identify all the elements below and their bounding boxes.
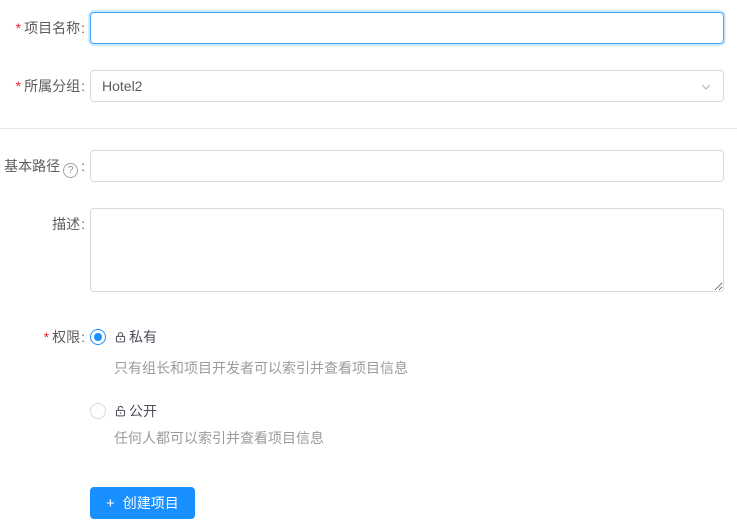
required-asterisk: * (15, 78, 22, 94)
lock-closed-icon (115, 331, 126, 342)
project-name-label: * 项目名称: (0, 12, 90, 44)
project-name-label-text: 项目名称 (24, 20, 81, 36)
base-path-label-text: 基本路径 (4, 158, 61, 174)
description-label-text: 描述 (52, 216, 81, 232)
base-path-input[interactable] (90, 150, 724, 182)
label-colon: : (81, 216, 85, 232)
radio-public[interactable] (90, 403, 106, 419)
section-divider (0, 128, 737, 129)
permission-control: 私有 只有组长和项目开发者可以索引并查看项目信息 公开 任何人都可以索引并查看项… (90, 326, 724, 519)
public-description: 任何人都可以索引并查看项目信息 (114, 430, 324, 446)
radio-option-public[interactable]: 公开 (90, 400, 724, 422)
description-textarea[interactable] (90, 208, 724, 292)
permission-label-text: 权限 (52, 329, 81, 345)
group-control: Hotel2 (90, 70, 724, 102)
create-project-button-label: 创建项目 (122, 495, 179, 511)
radio-private[interactable] (90, 329, 106, 345)
required-asterisk: * (15, 20, 22, 36)
group-select-value: Hotel2 (102, 78, 143, 94)
create-project-form: * 项目名称: * 所属分组: Hotel2 基本路径?: 描述: * 权限: … (0, 0, 737, 519)
required-asterisk: * (43, 329, 50, 345)
form-row-base-path: 基本路径?: (0, 150, 737, 182)
group-select[interactable]: Hotel2 (90, 70, 724, 102)
group-label-text: 所属分组 (24, 78, 81, 94)
radio-public-label: 公开 (114, 401, 157, 421)
group-label: * 所属分组: (0, 70, 90, 102)
label-colon: : (81, 20, 85, 36)
radio-private-text: 私有 (129, 329, 157, 345)
base-path-control (90, 150, 724, 182)
plus-icon: + (106, 494, 115, 512)
form-row-description: 描述: (0, 208, 737, 292)
chevron-down-icon (700, 80, 712, 92)
description-control (90, 208, 724, 292)
form-row-project-name: * 项目名称: (0, 12, 737, 44)
private-description: 只有组长和项目开发者可以索引并查看项目信息 (114, 360, 408, 376)
question-circle-icon[interactable]: ? (63, 163, 79, 178)
label-colon: : (81, 78, 85, 94)
create-project-button[interactable]: + 创建项目 (90, 487, 195, 519)
radio-option-private[interactable]: 私有 (90, 326, 724, 348)
description-label: 描述: (0, 208, 90, 234)
permission-label: * 权限: (0, 326, 90, 348)
form-row-group: * 所属分组: Hotel2 (0, 70, 737, 102)
form-row-permission: * 权限: 私有 只有组长和项目开发者可以索引并查看项目信息 公开 任何人都可以… (0, 326, 737, 519)
radio-public-text: 公开 (129, 403, 157, 419)
label-colon: : (81, 158, 85, 174)
label-colon: : (81, 329, 85, 345)
submit-row: + 创建项目 (90, 487, 724, 519)
project-name-control (90, 12, 724, 44)
project-name-input[interactable] (90, 12, 724, 44)
radio-private-label: 私有 (114, 327, 157, 347)
base-path-label: 基本路径?: (0, 150, 90, 182)
lock-open-icon (115, 405, 126, 416)
